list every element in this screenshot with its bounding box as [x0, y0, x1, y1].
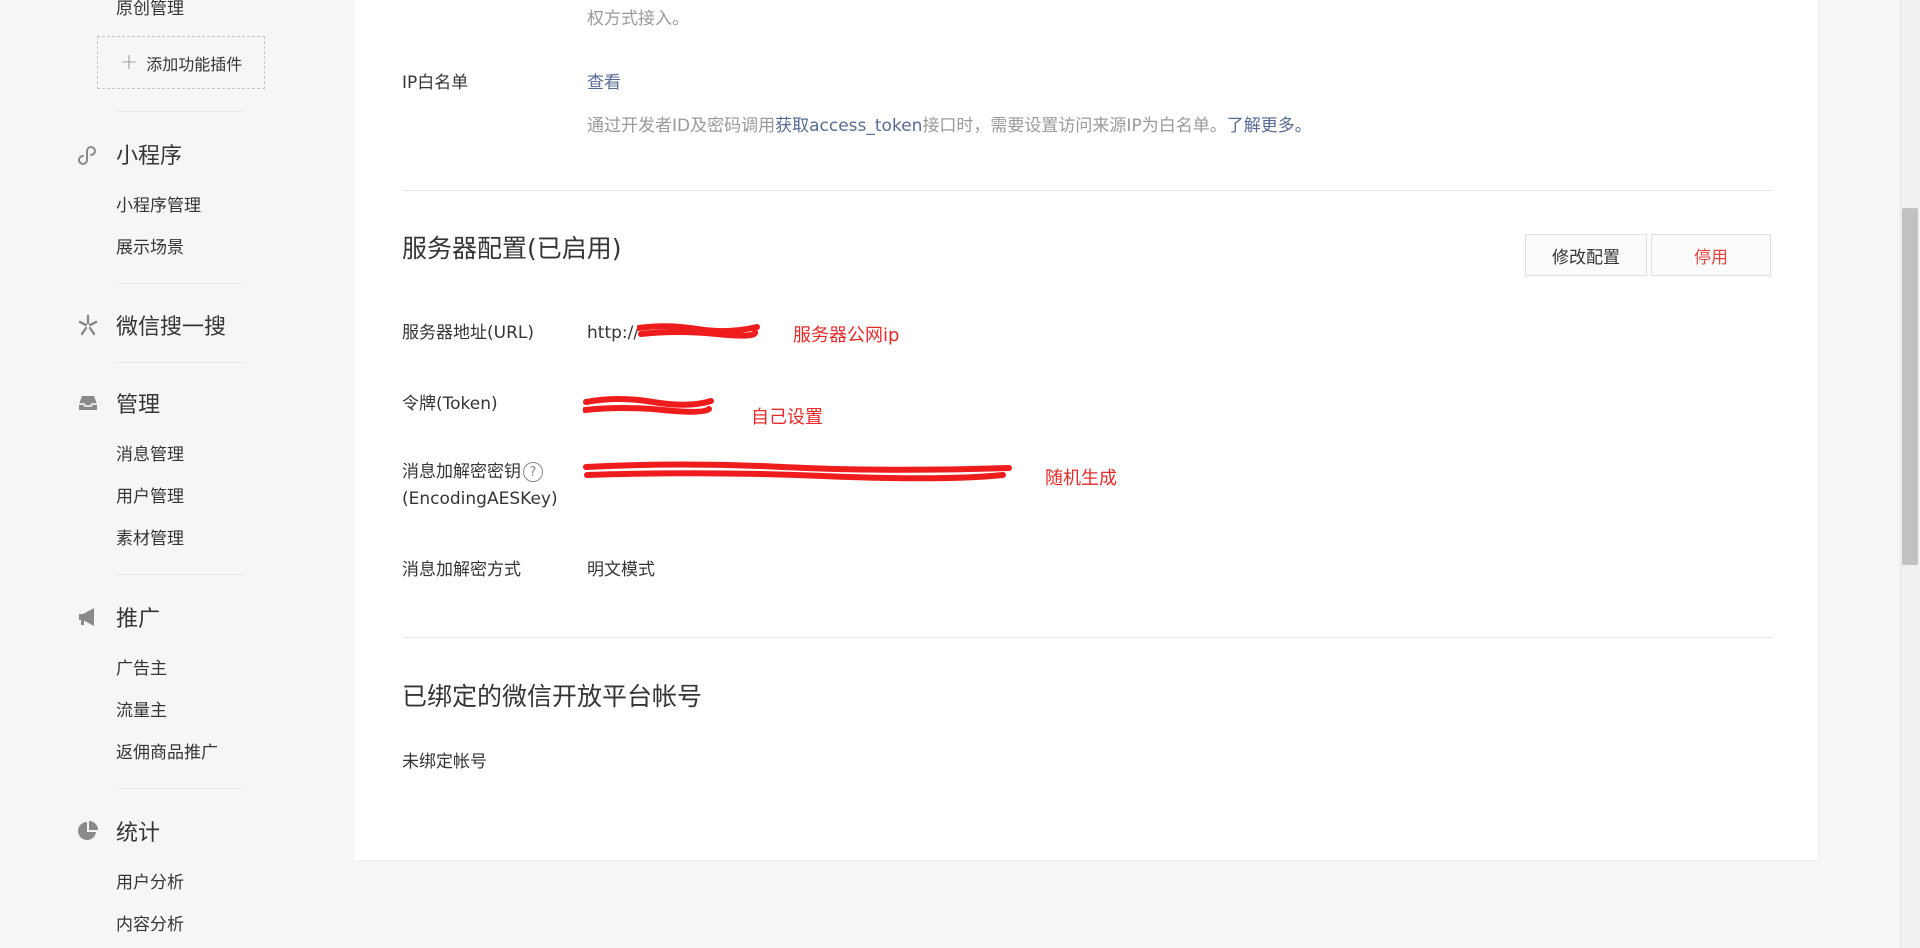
sidebar-divider [116, 283, 244, 284]
sidebar-category-promotion[interactable]: 推广 [76, 601, 160, 633]
sidebar-divider [116, 111, 244, 112]
sidebar-item-user-management[interactable]: 用户管理 [116, 482, 184, 507]
aes-key-annotation: 随机生成 [1045, 468, 1117, 489]
sidebar-item-material-management[interactable]: 素材管理 [116, 524, 184, 549]
aes-key-label: 消息加解密密钥? [402, 459, 543, 486]
sidebar-divider [116, 574, 244, 575]
sidebar-category-management[interactable]: 管理 [76, 387, 160, 419]
server-url-annotation: 服务器公网ip [793, 325, 900, 346]
token-label: 令牌(Token) [402, 394, 498, 414]
ip-whitelist-label: IP白名单 [402, 73, 469, 93]
main-panel: 权方式接入。 IP白名单 查看 通过开发者ID及密码调用获取access_tok… [354, 0, 1818, 860]
ip-whitelist-tip-middle: 接口时，需要设置访问来源IP为白名单。 [922, 116, 1227, 136]
mini-program-icon [76, 142, 100, 166]
sidebar: 原创管理 + 添加功能插件 小程序 小程序管理 展示场景 微信搜一搜 管理 消息… [0, 0, 340, 948]
section-divider [402, 637, 1772, 638]
sidebar-category-label: 推广 [116, 607, 161, 632]
sidebar-category-wechat-search[interactable]: 微信搜一搜 [76, 309, 226, 341]
page-scrollbar[interactable] [1900, 0, 1920, 948]
sidebar-item-content-analysis[interactable]: 内容分析 [116, 910, 184, 935]
sidebar-item-commission-promotion[interactable]: 返佣商品推广 [116, 738, 218, 763]
sidebar-item-user-analysis[interactable]: 用户分析 [116, 868, 184, 893]
sidebar-item-original-management[interactable]: 原创管理 [116, 0, 184, 19]
sidebar-item-message-management[interactable]: 消息管理 [116, 440, 184, 465]
redaction-scribble [583, 461, 1012, 482]
search-sparkle-icon [76, 313, 100, 337]
plus-icon: + [119, 50, 139, 75]
megaphone-icon [76, 605, 100, 629]
modify-config-button[interactable]: 修改配置 [1525, 234, 1647, 276]
sidebar-item-display-scenes[interactable]: 展示场景 [116, 233, 184, 258]
add-plugin-label: 添加功能插件 [146, 54, 243, 74]
section-divider [402, 190, 1772, 191]
sidebar-divider [116, 362, 244, 363]
sidebar-category-label: 微信搜一搜 [116, 315, 227, 340]
sidebar-category-label: 统计 [116, 821, 161, 846]
server-url-label: 服务器地址(URL) [402, 323, 534, 343]
sidebar-item-mini-program-management[interactable]: 小程序管理 [116, 191, 201, 216]
ip-whitelist-tip: 通过开发者ID及密码调用获取access_token接口时，需要设置访问来源IP… [587, 111, 1312, 136]
sidebar-category-mini-program[interactable]: 小程序 [76, 138, 182, 170]
inbox-icon [76, 391, 100, 415]
learn-more-link[interactable]: 了解更多。 [1227, 116, 1312, 136]
bound-platform-status: 未绑定帐号 [402, 752, 487, 772]
token-annotation: 自己设置 [751, 407, 823, 428]
ip-whitelist-view-link[interactable]: 查看 [587, 70, 621, 97]
sidebar-item-publisher[interactable]: 流量主 [116, 696, 167, 721]
encryption-mode-label: 消息加解密方式 [402, 560, 521, 580]
sidebar-item-advertiser[interactable]: 广告主 [116, 654, 167, 679]
bound-platform-title: 已绑定的微信开放平台帐号 [402, 682, 703, 711]
aes-key-label-line1: 消息加解密密钥 [402, 462, 521, 482]
sidebar-category-label: 小程序 [116, 144, 183, 169]
server-config-title: 服务器配置(已启用) [402, 234, 622, 263]
aes-key-label-line2: (EncodingAESKey) [402, 489, 558, 509]
access-method-tip: 权方式接入。 [587, 9, 689, 29]
scrollbar-thumb[interactable] [1902, 208, 1918, 565]
help-icon[interactable]: ? [523, 462, 543, 482]
ip-whitelist-tip-prefix: 通过开发者ID及密码调用 [587, 116, 776, 136]
sidebar-category-label: 管理 [116, 393, 161, 418]
disable-button[interactable]: 停用 [1651, 234, 1771, 276]
sidebar-divider [116, 788, 244, 789]
add-plugin-button[interactable]: + 添加功能插件 [97, 36, 265, 89]
redaction-scribble [637, 323, 760, 339]
sidebar-category-statistics[interactable]: 统计 [76, 815, 160, 847]
server-url-value: http:// [587, 323, 640, 343]
pie-chart-icon [76, 819, 100, 843]
access-token-link[interactable]: 获取access_token [775, 116, 922, 136]
encryption-mode-value: 明文模式 [587, 560, 655, 580]
redaction-scribble [583, 396, 714, 415]
